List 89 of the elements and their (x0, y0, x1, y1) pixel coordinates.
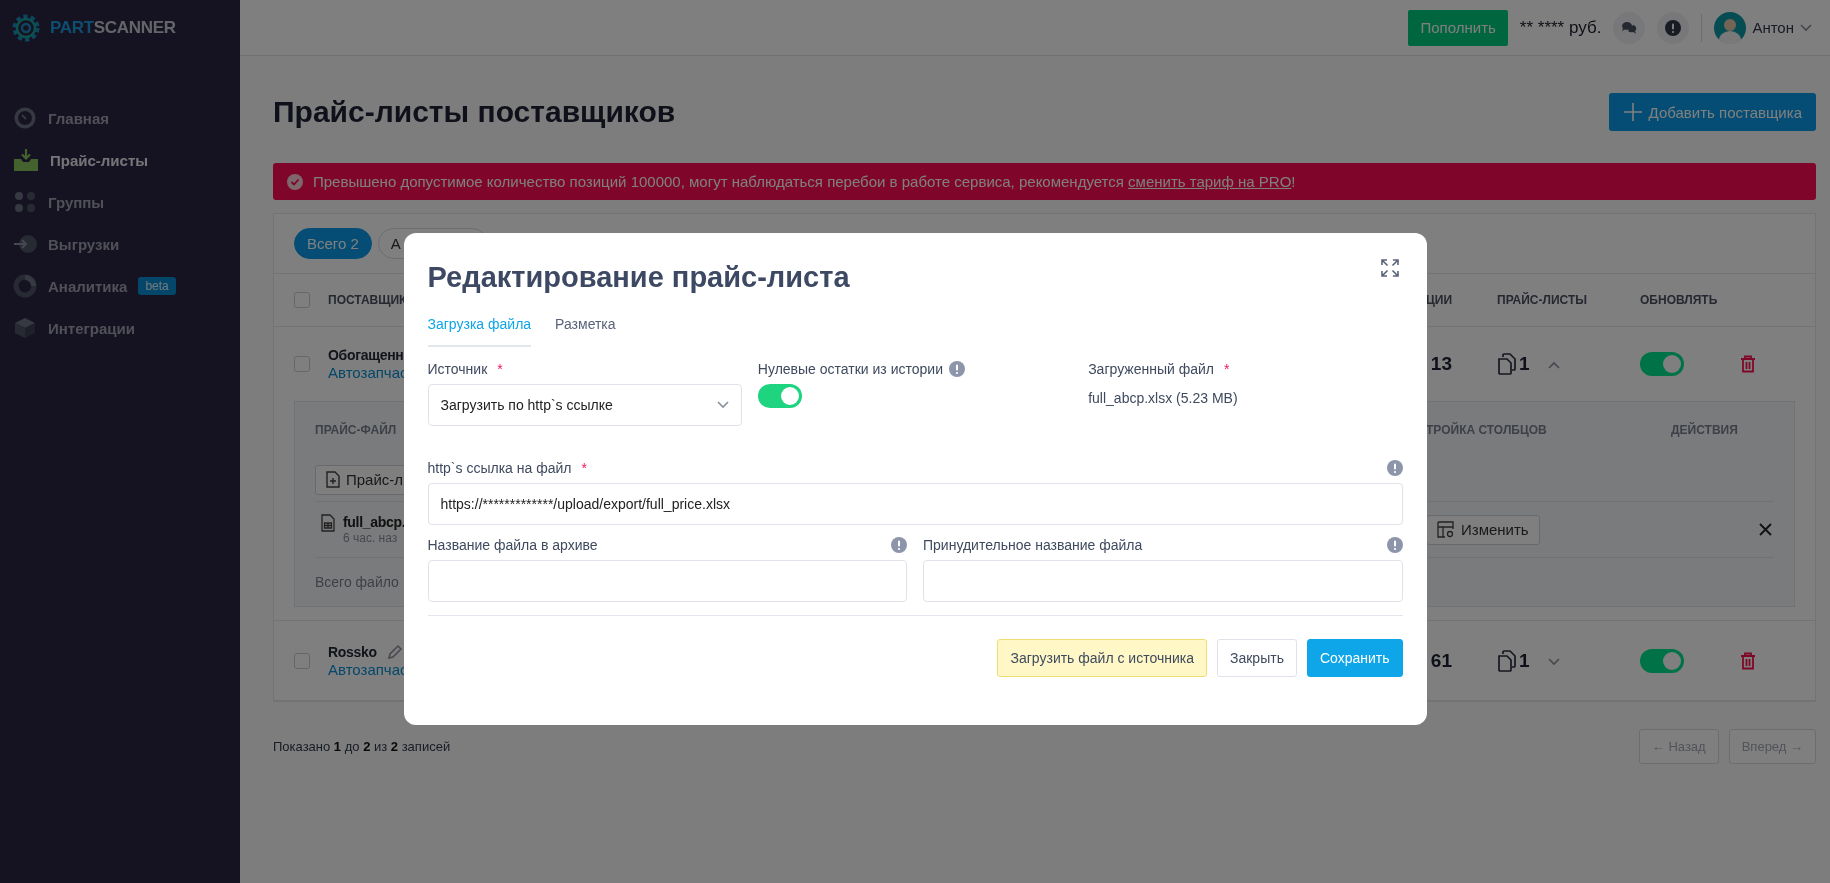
sidebar-item[interactable]: Аналитика beta (13, 270, 240, 302)
info-icon[interactable] (1386, 537, 1403, 553)
positions-count: 13 (1429, 353, 1453, 375)
exclamation-icon (1665, 19, 1682, 36)
logo-text: PARTSCANNER (50, 18, 176, 38)
pie-chart-icon (13, 274, 37, 298)
trash-icon[interactable] (1740, 651, 1756, 670)
records-summary: Показано 1 до 2 из 2 записей (273, 739, 451, 754)
price-list-count: 1 (1519, 649, 1530, 672)
plus-icon (1622, 102, 1643, 122)
supplier-name: Обогащенн (328, 347, 404, 363)
spreadsheet-icon (321, 514, 335, 532)
link-input[interactable]: https://*************/upload/export/full_price.xlsx (427, 483, 1403, 525)
inbox-icon (13, 148, 39, 172)
info-icon[interactable] (1386, 460, 1403, 476)
copy-icon (1497, 649, 1517, 672)
top-up-button[interactable]: Пополнить (1408, 9, 1508, 46)
field-label: Источник (427, 361, 488, 377)
trash-icon[interactable] (1740, 355, 1756, 373)
fetch-file-button[interactable]: Загрузить файл с источника (997, 639, 1207, 677)
source-select[interactable]: Загрузить по http`s ссылке (427, 384, 742, 426)
text-input[interactable] (427, 560, 907, 602)
save-button[interactable]: Сохранить (1306, 639, 1403, 677)
caret-icon[interactable] (716, 401, 729, 409)
page-title: Прайс-листы поставщиков (273, 95, 676, 129)
column-header: ДЕЙСТВИЯ (1671, 423, 1739, 437)
dialog-tab[interactable]: Загрузка файла (427, 316, 532, 347)
edit-columns-button[interactable]: Изменить (1426, 514, 1540, 545)
price-list-count: 1 (1519, 353, 1530, 375)
table-settings-icon (1437, 520, 1455, 539)
dialog-tab[interactable]: Разметка (555, 316, 616, 347)
text-input[interactable] (923, 560, 1403, 602)
uploaded-file: full_abcp.xlsx (5.23 MB) (1088, 390, 1239, 406)
copy-icon (1497, 353, 1517, 375)
sidebar-item[interactable]: Главная (13, 102, 240, 134)
checkbox[interactable] (294, 292, 310, 308)
sidebar-item[interactable]: Прайс-листы (13, 144, 240, 176)
caret-icon[interactable] (1800, 23, 1812, 32)
column-header: ОБНОВЛЯТЬ (1639, 293, 1719, 307)
beta-badge: beta (138, 277, 176, 295)
dots-icon (13, 190, 37, 214)
field-label: http`s ссылка на файл (427, 460, 572, 476)
gear-logo-icon (10, 12, 42, 44)
info-icon[interactable] (891, 537, 907, 553)
gauge-icon (13, 106, 37, 130)
check-circle-icon (287, 173, 303, 190)
add-supplier-button[interactable]: Добавить поставщика (1608, 93, 1816, 131)
field-label: Нулевые остатки из истории (757, 361, 943, 377)
checkbox[interactable] (294, 652, 310, 669)
column-header: ТРОЙКА СТОЛБЦОВ (1426, 423, 1548, 437)
required-mark: * (1224, 361, 1230, 377)
required-mark: * (581, 460, 587, 476)
info-icon[interactable] (948, 361, 965, 377)
column-header: ПРАЙС-ЛИСТЫ (1496, 293, 1589, 307)
chevron-icon[interactable] (1547, 657, 1560, 666)
file-plus-icon (326, 471, 340, 488)
update-toggle[interactable] (1640, 352, 1684, 376)
dialog-title: Редактирование прайс-листа (427, 261, 850, 294)
balance: ** **** руб. (1519, 17, 1602, 38)
chat-button[interactable] (1613, 11, 1646, 44)
chevron-icon[interactable] (1547, 361, 1560, 369)
sidebar-item[interactable]: Группы (13, 186, 240, 218)
column-header: ПРАЙС-ФАЙЛ (315, 423, 398, 437)
update-toggle[interactable] (1640, 648, 1684, 673)
filter-chip[interactable]: Всего 2 (294, 228, 372, 259)
checkbox[interactable] (294, 356, 310, 372)
supplier-name: Rossko (328, 643, 377, 660)
required-mark: * (497, 361, 503, 377)
expand-icon[interactable] (1380, 259, 1399, 277)
chat-icon (1621, 20, 1638, 35)
field-label: Принудительное название файла (923, 537, 1143, 553)
field-label: Загруженный файл (1088, 361, 1214, 377)
file-name: full_abcp. (343, 514, 406, 530)
field-label: Название файла в архиве (427, 537, 598, 553)
sidebar-item[interactable]: Интеграции (13, 312, 240, 344)
cube-icon (13, 316, 37, 340)
alert-text: Превышено допустимое количество позиций 100000, могут наблюдаться перебои в работе сервиса, рекомендуется сменить тариф на PRO! (313, 173, 1296, 190)
close-icon[interactable] (1759, 523, 1772, 536)
pencil-icon[interactable] (386, 643, 403, 660)
sidebar-item[interactable]: Выгрузки (13, 228, 240, 260)
alert-button[interactable] (1657, 11, 1690, 44)
avatar-icon (1714, 11, 1747, 44)
column-header: ПОСТАВЩИК (328, 293, 408, 307)
arrow-icon (13, 232, 37, 256)
zero-stock-toggle[interactable] (757, 384, 802, 408)
column-header: ЦИИ (1425, 293, 1453, 307)
files-total: Всего файло (315, 574, 400, 590)
close-button[interactable]: Закрыть (1217, 639, 1297, 677)
user-menu[interactable]: Антон (1714, 11, 1812, 44)
